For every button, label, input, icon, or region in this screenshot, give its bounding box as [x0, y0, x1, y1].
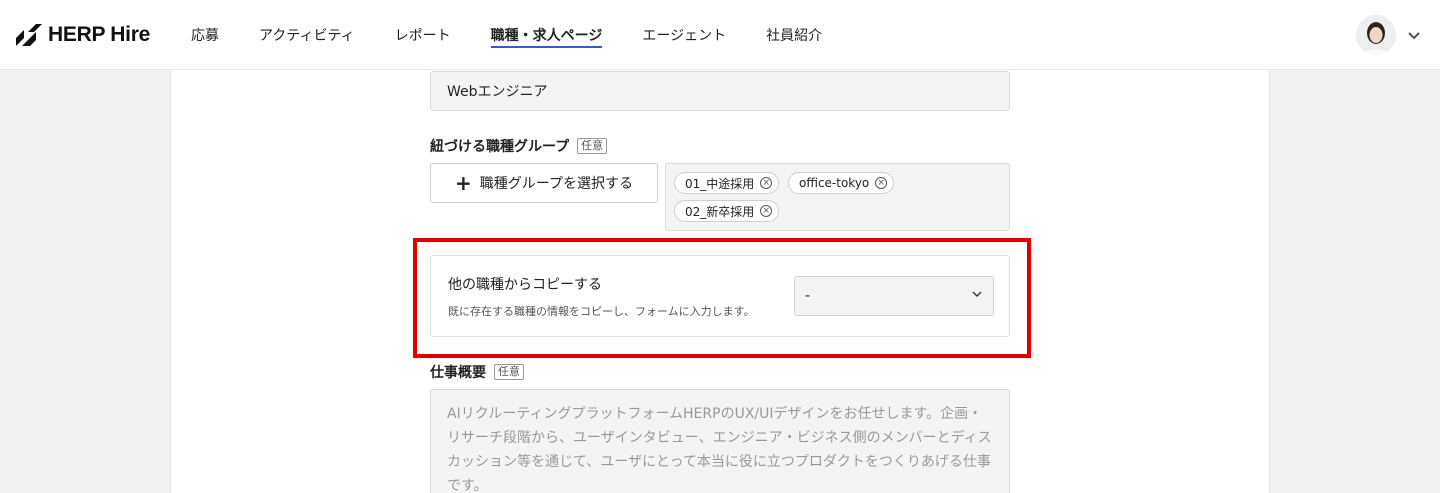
summary-label-text: 仕事概要 [430, 365, 486, 381]
avatar[interactable] [1356, 15, 1396, 55]
herp-logo-icon [16, 24, 42, 46]
group-tag-label: office-tokyo [799, 176, 870, 190]
summary-placeholder: AIリクルーティングプラットフォームHERPのUX/UIデザインをお任せします。… [447, 406, 992, 493]
user-menu[interactable] [1356, 15, 1422, 55]
nav-item-reports[interactable]: レポート [395, 0, 451, 70]
remove-tag-icon[interactable]: × [875, 177, 888, 189]
job-title-input[interactable]: Webエンジニア [430, 71, 1010, 111]
copy-description: 既に存在する職種の情報をコピーし、フォームに入力します。 [448, 305, 755, 318]
chevron-down-icon[interactable] [1406, 27, 1422, 43]
selected-groups-box: 01_中途採用 × office-tokyo × 02_新卒採用 × [665, 163, 1010, 231]
group-tag: 01_中途採用 × [674, 172, 780, 194]
copy-from-job-card: 他の職種からコピーする 既に存在する職種の情報をコピーし、フォームに入力します。… [430, 255, 1010, 337]
remove-tag-icon[interactable]: × [760, 205, 773, 217]
plus-icon: + [455, 171, 472, 195]
main-nav: 応募 アクティビティ レポート 職種・求人ページ エージェント 社員紹介 [191, 0, 862, 70]
group-tag: office-tokyo × [788, 172, 895, 194]
top-navigation-bar: HERP Hire 応募 アクティビティ レポート 職種・求人ページ エージェン… [0, 0, 1440, 70]
nav-item-jobs[interactable]: 職種・求人ページ [490, 0, 602, 70]
group-tag-label: 01_中途採用 [685, 176, 755, 191]
copy-select-value: - [805, 288, 811, 304]
nav-item-applications[interactable]: 応募 [191, 0, 219, 70]
copy-title: 他の職種からコピーする [448, 277, 602, 293]
copy-source-select[interactable]: - [794, 276, 994, 316]
summary-textarea[interactable]: AIリクルーティングプラットフォームHERPのUX/UIデザインをお任せします。… [430, 389, 1010, 493]
nav-item-agents[interactable]: エージェント [642, 0, 726, 70]
chevron-down-icon [971, 288, 983, 304]
nav-item-activity[interactable]: アクティビティ [259, 0, 355, 70]
nav-item-referrals[interactable]: 社員紹介 [766, 0, 822, 70]
select-job-group-label: 職種グループを選択する [479, 176, 633, 192]
group-tag-label: 02_新卒採用 [685, 204, 755, 219]
job-group-label: 紐づける職種グループ 任意 [430, 136, 608, 156]
optional-badge: 任意 [577, 138, 608, 154]
summary-label: 仕事概要 任意 [430, 362, 524, 382]
job-title-value: Webエンジニア [447, 84, 548, 100]
select-job-group-button[interactable]: + 職種グループを選択する [430, 163, 658, 203]
job-group-label-text: 紐づける職種グループ [430, 139, 570, 155]
optional-badge: 任意 [494, 364, 524, 380]
remove-tag-icon[interactable]: × [760, 177, 773, 189]
logo-text: HERP Hire [48, 23, 150, 46]
herp-hire-logo[interactable]: HERP Hire [16, 22, 150, 48]
group-tag: 02_新卒採用 × [674, 200, 780, 222]
